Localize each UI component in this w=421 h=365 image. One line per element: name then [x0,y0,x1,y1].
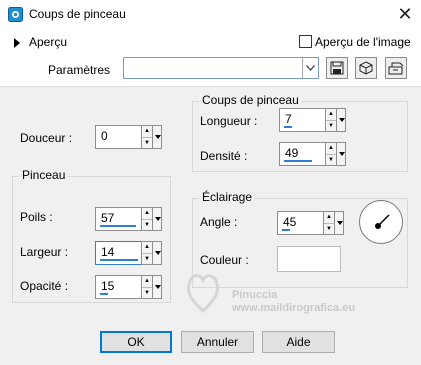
save-preset-button[interactable] [326,57,348,79]
window-title: Coups de pinceau [29,7,126,21]
bristles-input[interactable]: 57 [95,207,141,231]
softness-spinner[interactable]: 0 ▲ ▼ [95,125,162,149]
density-step-buttons[interactable]: ▲ ▼ [325,142,336,166]
ok-button[interactable]: OK [100,331,172,353]
params-label: Paramètres [48,63,111,77]
stroke-group-title: Coups de pinceau [199,93,302,107]
opacity-input[interactable]: 15 [95,275,141,299]
watermark-name: Pinuccia [232,289,278,301]
angle-dropdown[interactable] [334,211,344,235]
preset-options-button[interactable] [385,57,407,79]
width-input[interactable]: 14 [95,241,141,265]
length-step-buttons[interactable]: ▲ ▼ [325,108,336,132]
softness-step-buttons[interactable]: ▲ ▼ [141,125,152,149]
app-icon [8,7,23,22]
bristles-step-buttons[interactable]: ▲ ▼ [141,207,152,231]
length-input[interactable]: 7 [279,108,325,132]
length-spinner[interactable]: 7 ▲ ▼ [279,108,346,132]
cancel-button[interactable]: Annuler [181,331,254,353]
softness-input[interactable]: 0 [95,125,141,149]
width-step-buttons[interactable]: ▲ ▼ [141,241,152,265]
lighting-color-swatch[interactable] [277,246,341,272]
cube-icon [359,61,373,75]
preview-toggle-label[interactable]: Aperçu [29,35,67,49]
softness-dropdown[interactable] [152,125,162,149]
opacity-step-buttons[interactable]: ▲ ▼ [141,275,152,299]
angle-spinner[interactable]: 45 ▲ ▼ [277,211,344,235]
width-dropdown[interactable] [152,241,162,265]
lighting-group-title: Éclairage [199,190,256,204]
bristles-label: Poils : [20,210,53,224]
reset-button[interactable] [355,57,377,79]
angle-dial[interactable] [359,200,403,244]
watermark-url: www.maildirografica.eu [232,302,356,314]
density-spinner[interactable]: 49 ▲ ▼ [279,142,346,166]
softness-label: Douceur : [20,131,73,145]
bristles-spinner[interactable]: 57 ▲ ▼ [95,207,162,231]
angle-label: Angle : [200,215,238,229]
density-label: Densité : [200,149,248,163]
opacity-label: Opacité : [20,279,69,293]
image-preview-checkbox[interactable] [299,35,312,48]
expand-preview-icon[interactable] [14,38,20,48]
angle-input[interactable]: 45 [277,211,323,235]
length-dropdown[interactable] [336,108,346,132]
help-button[interactable]: Aide [262,331,335,353]
opacity-spinner[interactable]: 15 ▲ ▼ [95,275,162,299]
width-label: Largeur : [20,245,69,259]
bristles-dropdown[interactable] [152,207,162,231]
image-preview-label: Aperçu de l'image [315,35,411,49]
length-label: Longueur : [200,114,258,128]
watermark-text: Pinuccia www.maildirografica.eu [232,289,355,315]
preset-icon [388,62,404,75]
close-icon[interactable]: ✕ [396,3,414,25]
opacity-dropdown[interactable] [152,275,162,299]
chevron-down-icon[interactable] [302,58,318,78]
brush-group-title: Pinceau [19,168,69,182]
angle-step-buttons[interactable]: ▲ ▼ [323,211,334,235]
watermark-logo [184,269,222,314]
density-dropdown[interactable] [336,142,346,166]
density-input[interactable]: 49 [279,142,325,166]
params-select[interactable] [123,57,319,79]
color-label: Couleur : [200,253,249,267]
save-icon [330,61,344,75]
width-spinner[interactable]: 14 ▲ ▼ [95,241,162,265]
